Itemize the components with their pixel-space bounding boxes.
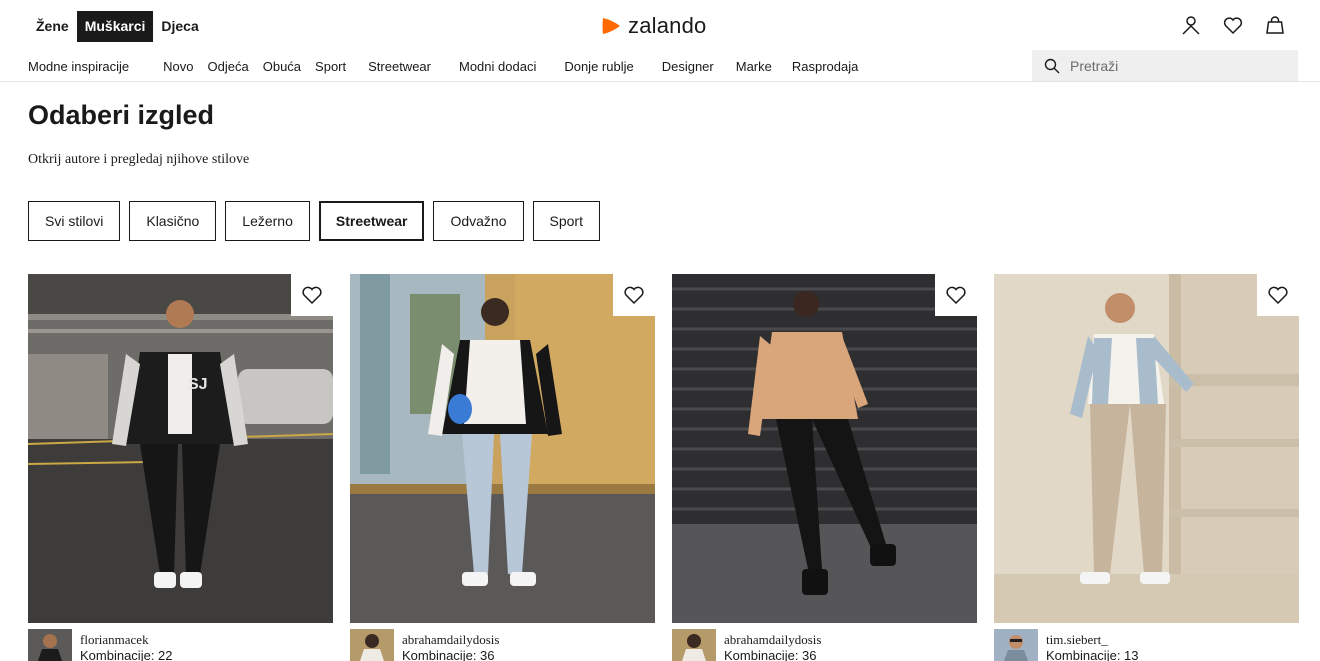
filter-svi-stilovi[interactable]: Svi stilovi — [28, 201, 121, 241]
favorite-button[interactable] — [935, 274, 977, 316]
nav-item-modne-inspiracije[interactable]: Modne inspiracije — [28, 59, 129, 74]
look-card[interactable]: abrahamdailydosis Kombinacije: 36 — [350, 274, 655, 661]
look-grid: SJ florianmacek Kombinacije: 22 abrahamd… — [28, 274, 1299, 661]
search-box[interactable] — [1032, 50, 1298, 81]
author-name[interactable]: abrahamdailydosis — [402, 632, 499, 648]
look-photo[interactable]: SJ — [28, 274, 333, 623]
svg-text:SJ: SJ — [188, 376, 208, 393]
author-name[interactable]: abrahamdailydosis — [724, 632, 821, 648]
author-info[interactable]: tim.siebert_ Kombinacije: 13 — [994, 629, 1299, 661]
look-card[interactable]: tim.siebert_ Kombinacije: 13 — [994, 274, 1299, 661]
favorite-button[interactable] — [613, 274, 655, 316]
search-icon — [1044, 58, 1060, 73]
search-input[interactable] — [1070, 57, 1270, 74]
zalando-logo[interactable]: zalando — [600, 13, 706, 39]
combination-count: Kombinacije: 22 — [80, 648, 173, 661]
page-title: Odaberi izgled — [28, 100, 215, 130]
nav-item-sport[interactable]: Sport — [315, 59, 346, 74]
logo-flag-icon — [602, 18, 620, 34]
filter-lezerno[interactable]: Ležerno — [225, 201, 310, 241]
look-photo[interactable] — [672, 274, 977, 623]
heart-icon[interactable] — [1222, 14, 1244, 36]
nav-item-designer[interactable]: Designer — [662, 59, 714, 74]
nav-item-rasprodaja[interactable]: Rasprodaja — [792, 59, 859, 74]
nav-item-donje-rublje[interactable]: Donje rublje — [564, 59, 633, 74]
look-photo[interactable] — [994, 274, 1299, 623]
bag-icon[interactable] — [1264, 14, 1286, 36]
combination-count: Kombinacije: 36 — [724, 648, 817, 661]
look-card[interactable]: abrahamdailydosis Kombinacije: 36 — [672, 274, 977, 661]
nav-item-streetwear[interactable]: Streetwear — [368, 59, 431, 74]
author-info[interactable]: abrahamdailydosis Kombinacije: 36 — [672, 629, 977, 661]
look-photo[interactable] — [350, 274, 655, 623]
filter-odvazno[interactable]: Odvažno — [433, 201, 524, 241]
main-nav: Modne inspiracije Novo Odjeća Obuća Spor… — [0, 50, 1320, 82]
combination-count: Kombinacije: 13 — [1046, 648, 1139, 661]
style-filters: Svi stilovi Klasično Ležerno Streetwear … — [28, 201, 600, 241]
nav-item-novo[interactable]: Novo — [163, 59, 193, 74]
filter-sport[interactable]: Sport — [532, 201, 600, 241]
avatar[interactable] — [350, 629, 394, 661]
favorite-button[interactable] — [291, 274, 333, 316]
user-icon[interactable] — [1180, 14, 1202, 36]
gender-tab-muskarci[interactable]: Muškarci — [76, 11, 154, 42]
header-actions — [1180, 14, 1286, 36]
favorite-button[interactable] — [1257, 274, 1299, 316]
nav-item-obuca[interactable]: Obuća — [263, 59, 301, 74]
heart-icon — [946, 286, 966, 305]
nav-item-odjeca[interactable]: Odjeća — [208, 59, 249, 74]
filter-streetwear[interactable]: Streetwear — [318, 201, 425, 241]
combination-count: Kombinacije: 36 — [402, 648, 495, 661]
author-info[interactable]: abrahamdailydosis Kombinacije: 36 — [350, 629, 655, 661]
avatar[interactable] — [28, 629, 72, 661]
filter-klasicno[interactable]: Klasično — [129, 201, 217, 241]
gender-tab-djeca[interactable]: Djeca — [153, 11, 206, 42]
page-subtitle: Otkrij autore i pregledaj njihove stilov… — [28, 152, 250, 167]
author-info[interactable]: florianmacek Kombinacije: 22 — [28, 629, 333, 661]
top-bar: Žene Muškarci Djeca zalando — [0, 0, 1320, 50]
author-name[interactable]: tim.siebert_ — [1046, 632, 1108, 648]
heart-icon — [302, 286, 322, 305]
avatar[interactable] — [672, 629, 716, 661]
nav-item-marke[interactable]: Marke — [736, 59, 772, 74]
nav-item-modni-dodaci[interactable]: Modni dodaci — [459, 59, 536, 74]
heart-icon — [624, 286, 644, 305]
author-name[interactable]: florianmacek — [80, 632, 149, 648]
logo-text: zalando — [628, 13, 707, 38]
heart-icon — [1268, 286, 1288, 305]
gender-tab-zene[interactable]: Žene — [28, 11, 77, 42]
gender-tabs: Žene Muškarci Djeca — [28, 11, 207, 42]
look-card[interactable]: SJ florianmacek Kombinacije: 22 — [28, 274, 333, 661]
avatar[interactable] — [994, 629, 1038, 661]
nav-items: Modne inspiracije Novo Odjeća Obuća Spor… — [28, 50, 880, 82]
